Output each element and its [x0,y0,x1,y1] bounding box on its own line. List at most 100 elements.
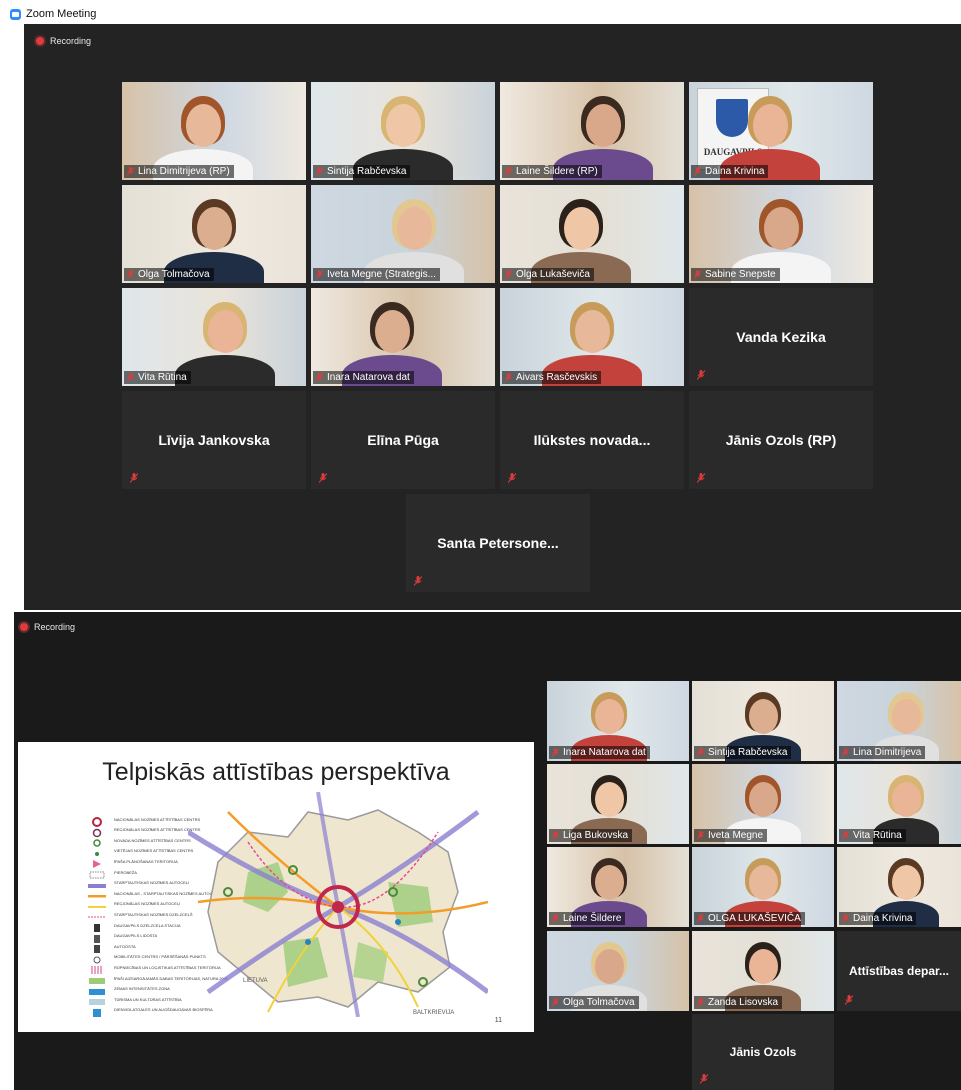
participant-name: Inara Natarova dat [327,372,410,383]
participant-display-name: Elīna Pūga [367,432,439,448]
participant-display-name: Santa Petersone... [437,535,559,551]
participant-name-label: Zanda Lisovska [694,996,783,1009]
legend-symbol-icon [86,878,108,888]
participant-video-tile[interactable]: Olga Tolmačova [547,931,689,1011]
muted-mic-icon [127,167,134,176]
muted-mic-icon [845,995,853,1005]
muted-mic-icon [319,473,327,483]
participant-name-label: Inara Natarova dat [313,371,414,384]
slide-page-number: 11 [494,1017,502,1024]
participant-name-label: Iveta Megne [694,829,768,842]
legend-symbol-icon [86,941,108,954]
muted-mic-icon [130,473,138,483]
participant-display-name: Līvija Jankovska [158,432,270,448]
participant-video-tile[interactable]: Lina Dimitrijeva [837,681,961,761]
participant-video-tile[interactable]: Vita Rūtina [837,764,961,844]
participant-name-tile[interactable]: Jānis Ozols [692,1014,834,1090]
muted-mic-icon [697,914,704,923]
participant-name-tile[interactable]: Vanda Kezika [689,288,873,386]
participant-display-name: Jānis Ozols [729,1045,797,1059]
participant-name-tile[interactable]: Līvija Jankovska [122,391,306,489]
participant-name: Olga Tolmačova [138,269,210,280]
legend-symbol-icon [86,825,108,837]
participant-video-tile[interactable]: DAUGAVPILS Daina Krivina [689,82,873,180]
muted-mic-icon [316,270,323,279]
participant-video-tile[interactable]: Sintija Rabčevska [692,681,834,761]
muted-mic-icon [505,167,512,176]
muted-mic-icon [694,167,701,176]
participant-name-label: Lina Dimitrijeva [839,746,926,759]
legend-symbol-icon [86,962,108,975]
participant-name: Laine Šildere [563,913,622,924]
participant-name-label: Aivars Rasčevskis [502,371,602,384]
legend-symbol-icon [86,973,108,984]
participant-name-label: Vita Rūtina [839,829,906,842]
participant-video-tile[interactable]: Sabine Snepste [689,185,873,283]
participant-name-tile[interactable]: Santa Petersone... [406,494,590,592]
map-label-region: BALTKRIEVIJA [413,1010,454,1016]
legend-symbol-icon [86,856,108,869]
participant-video-tile[interactable]: OLGA LUKAŠEVIČA [692,847,834,927]
participant-name-label: Lina Dimitrijeva (RP) [124,165,234,178]
muted-mic-icon [414,576,422,586]
participant-name: Vita Rūtina [853,830,902,841]
participant-name-tile[interactable]: Attīstības depar... [837,931,961,1011]
muted-mic-icon [508,473,516,483]
coat-of-arms-icon [716,99,748,137]
participant-name-tile[interactable]: Ilūkstes novada... [500,391,684,489]
participant-name-tile[interactable]: Elīna Pūga [311,391,495,489]
participant-name: Sintija Rabčevska [708,747,788,758]
muted-mic-icon [842,914,849,923]
muted-mic-icon [842,831,849,840]
participant-video-tile[interactable]: Inara Natarova dat [547,681,689,761]
legend-symbol-icon [86,920,108,932]
participant-video-tile[interactable]: Liga Bukovska [547,764,689,844]
participant-video-tile[interactable]: Laine Šildere (RP) [500,82,684,180]
participant-name-label: Olga Tolmačova [549,996,639,1009]
participant-video-tile[interactable]: Inara Natarova dat [311,288,495,386]
participant-video-tile[interactable]: Daina Krivina [837,847,961,927]
recording-label: Recording [50,36,92,46]
participant-video-tile[interactable]: Olga Tolmačova [122,185,306,283]
spatial-development-map: LIETUVA BALTKRIEVIJA [188,792,488,1017]
record-icon [36,37,44,45]
participant-video-tile[interactable]: Vita Rūtina [122,288,306,386]
participant-name-label: Sintija Rabčevska [694,746,792,759]
recording-indicator-2: Recording [20,622,75,632]
participant-name-label: Sabine Snepste [691,268,780,281]
participant-video-tile[interactable]: Aivars Rasčevskis [500,288,684,386]
participant-name-label: Daina Krivina [839,912,917,925]
window-title: Zoom Meeting [26,8,97,20]
participant-name: Daina Krivina [705,166,765,177]
muted-mic-icon [552,914,559,923]
legend-symbol-icon [86,952,108,964]
recording-indicator: Recording [36,36,91,46]
participant-name-label: Olga Tolmačova [124,268,214,281]
shared-screen-slide[interactable]: Telpiskās attīstības perspektīva NACIONĀ… [18,742,534,1032]
muted-mic-icon [842,748,849,757]
participant-video-tile[interactable]: Olga Lukaševiča [500,185,684,283]
muted-mic-icon [505,270,512,279]
participant-display-name: Ilūkstes novada... [533,432,651,448]
participant-name: Sintija Rabčevska [327,166,407,177]
participant-name: Iveta Megne (Strategis... [327,269,436,280]
legend-symbol-icon [86,846,108,856]
participant-name-tile[interactable]: Jānis Ozols (RP) [689,391,873,489]
participant-video-tile[interactable]: Iveta Megne [692,764,834,844]
legend-symbol-icon [86,899,108,909]
legend-symbol-icon [86,984,108,995]
participant-name: OLGA LUKAŠEVIČA [708,913,801,924]
participant-video-tile[interactable]: Lina Dimitrijeva (RP) [122,82,306,180]
muted-mic-icon [697,370,705,380]
participant-video-tile[interactable]: Zanda Lisovska [692,931,834,1011]
participant-video-tile[interactable]: Sintija Rabčevska [311,82,495,180]
muted-mic-icon [505,373,512,382]
participant-video-tile[interactable]: Iveta Megne (Strategis... [311,185,495,283]
participant-name: Liga Bukovska [563,830,629,841]
participant-name: Vita Rūtina [138,372,187,383]
participant-name: Iveta Megne [708,830,764,841]
muted-mic-icon [552,831,559,840]
participant-name: Inara Natarova dat [563,747,646,758]
participant-video-tile[interactable]: Laine Šildere [547,847,689,927]
muted-mic-icon [127,270,134,279]
